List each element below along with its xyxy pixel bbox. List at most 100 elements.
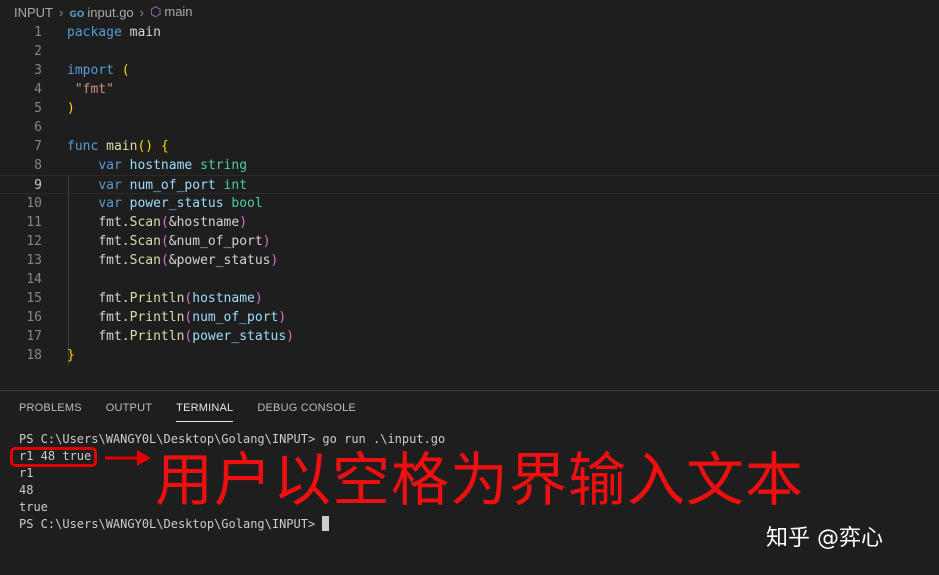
identifier: fmt <box>98 215 122 230</box>
code-editor[interactable]: 1 package main 2 3 import ( 4 "fmt" 5 ) … <box>0 23 939 383</box>
breadcrumb: INPUT › GO input.go › ⬡ main <box>0 0 939 24</box>
line-number: 3 <box>34 63 42 78</box>
chevron-right-icon: › <box>59 4 64 20</box>
breadcrumb-symbol-label: main <box>164 4 193 19</box>
watermark: 知乎 @弈心 <box>766 526 883 551</box>
identifier: fmt <box>98 253 122 268</box>
line-number: 9 <box>34 178 42 193</box>
identifier: num_of_port <box>129 178 216 193</box>
code-line[interactable]: 2 <box>0 42 939 61</box>
panel-tabs: PROBLEMS OUTPUT TERMINAL DEBUG CONSOLE <box>0 398 368 422</box>
argument: hostname <box>192 291 255 306</box>
cube-icon: ⬡ <box>150 4 162 19</box>
function-name: Scan <box>129 253 161 268</box>
identifier: main <box>129 25 161 40</box>
paren: ) <box>239 215 248 230</box>
code-line[interactable]: 16 fmt.Println(num_of_port) <box>0 308 939 327</box>
dot: . <box>121 329 130 344</box>
brace: { <box>160 139 169 154</box>
code-line[interactable]: 13 fmt.Scan(&power_status) <box>0 251 939 270</box>
code-line[interactable]: 14 <box>0 270 939 289</box>
breadcrumb-folder[interactable]: INPUT <box>14 5 53 20</box>
type: bool <box>231 196 263 211</box>
paren: ) <box>262 234 271 249</box>
code-line[interactable]: 10 var power_status bool <box>0 194 939 213</box>
code-line[interactable]: 1 package main <box>0 23 939 42</box>
breadcrumb-file[interactable]: GO input.go <box>69 5 133 20</box>
line-number: 7 <box>34 139 42 154</box>
code-line[interactable]: 11 fmt.Scan(&hostname) <box>0 213 939 232</box>
line-number: 17 <box>26 329 42 344</box>
code-line[interactable]: 18 } <box>0 346 939 365</box>
go-file-icon: GO <box>69 9 85 20</box>
terminal-prompt: PS C:\Users\WANGY0L\Desktop\Golang\INPUT… <box>19 517 323 531</box>
line-number: 1 <box>34 25 42 40</box>
argument: &hostname <box>168 215 240 230</box>
line-number: 11 <box>26 215 42 230</box>
code-line[interactable]: 4 "fmt" <box>0 80 939 99</box>
highlight-box <box>10 447 97 467</box>
code-line[interactable]: 5 ) <box>0 99 939 118</box>
tab-problems[interactable]: PROBLEMS <box>0 398 94 420</box>
argument: power_status <box>192 329 287 344</box>
paren: ) <box>278 310 287 325</box>
function-name: Scan <box>129 234 161 249</box>
paren: ) <box>254 291 263 306</box>
dot: . <box>121 253 130 268</box>
line-number: 12 <box>26 234 42 249</box>
paren: ( <box>160 234 169 249</box>
dot: . <box>121 234 130 249</box>
keyword: var <box>98 158 122 173</box>
identifier: fmt <box>98 234 122 249</box>
arrow-right-icon <box>105 450 151 466</box>
dot: . <box>121 215 130 230</box>
keyword: import <box>67 63 114 78</box>
line-number: 10 <box>26 196 42 211</box>
line-number: 6 <box>34 120 42 135</box>
identifier: hostname <box>129 158 193 173</box>
function-name: Println <box>129 329 185 344</box>
paren: ( <box>160 215 169 230</box>
breadcrumb-file-label: input.go <box>87 4 134 20</box>
terminal-cursor <box>322 516 330 531</box>
code-line[interactable]: 15 fmt.Println(hostname) <box>0 289 939 308</box>
code-line[interactable]: 6 <box>0 118 939 137</box>
type: string <box>200 158 248 173</box>
line-number: 5 <box>34 101 42 116</box>
argument: &power_status <box>168 253 271 268</box>
terminal-prompt-line[interactable]: PS C:\Users\WANGY0L\Desktop\Golang\INPUT… <box>19 516 445 533</box>
code-line-current[interactable]: 9 var num_of_port int <box>0 175 939 194</box>
string-literal: "fmt" <box>74 82 114 97</box>
annotation-text: 用户以空格为界输入文本 <box>155 446 805 514</box>
keyword: var <box>98 196 122 211</box>
code-line[interactable]: 7 func main() { <box>0 137 939 156</box>
identifier: fmt <box>98 329 122 344</box>
chevron-right-icon: › <box>139 4 144 20</box>
paren: ) <box>270 253 279 268</box>
dot: . <box>121 291 130 306</box>
keyword: func <box>67 139 99 154</box>
line-number: 13 <box>26 253 42 268</box>
line-number: 18 <box>26 348 42 363</box>
function-name: Scan <box>129 215 161 230</box>
keyword: var <box>98 178 122 193</box>
code-line[interactable]: 3 import ( <box>0 61 939 80</box>
tab-output[interactable]: OUTPUT <box>94 398 164 420</box>
function-name: Println <box>129 310 185 325</box>
tab-debug-console[interactable]: DEBUG CONSOLE <box>245 398 368 420</box>
line-number: 16 <box>26 310 42 325</box>
identifier: fmt <box>98 291 122 306</box>
line-number: 8 <box>34 158 42 173</box>
tab-terminal[interactable]: TERMINAL <box>164 398 245 422</box>
function-name: Println <box>129 291 185 306</box>
breadcrumb-symbol[interactable]: ⬡ main <box>150 4 193 20</box>
paren: ( <box>121 63 130 78</box>
panel-divider <box>0 390 939 391</box>
identifier: fmt <box>98 310 122 325</box>
argument: &num_of_port <box>168 234 263 249</box>
code-line[interactable]: 17 fmt.Println(power_status) <box>0 327 939 346</box>
code-line[interactable]: 8 var hostname string <box>0 156 939 175</box>
paren: ) <box>67 101 75 116</box>
code-line[interactable]: 12 fmt.Scan(&num_of_port) <box>0 232 939 251</box>
identifier: power_status <box>129 196 224 211</box>
